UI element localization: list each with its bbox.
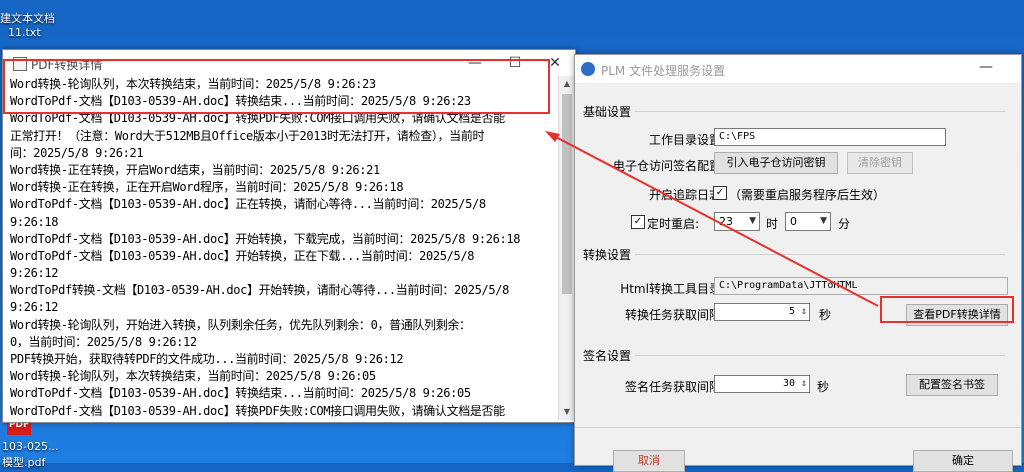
log-line: WordToPdf-文档【D103-0539-AH.doc】开始转换，下载完成，…: [10, 231, 521, 246]
log-line: PDF转换开始，获取待转PDF的文件成功...当前时间：2025/5/8 9:2…: [10, 352, 404, 366]
convert-interval-label: 转换任务获取间隔:: [624, 308, 725, 322]
workdir-input[interactable]: C:\FPS: [714, 128, 946, 146]
conversion-log-textarea[interactable]: Word转换-轮询队列，本次转换结束，当前时间：2025/5/8 9:26:23…: [3, 76, 557, 420]
desktop-file-label[interactable]: 103-025...: [2, 440, 58, 453]
highlight-box-view-button: [880, 296, 1014, 323]
scroll-down-icon[interactable]: ▼: [559, 404, 575, 420]
plm-settings-window: PLM 文件处理服务设置 — 基础设置 工作目录设置: C:\FPS 电子仓访问…: [574, 54, 1022, 472]
clear-key-button[interactable]: 清除密钥: [847, 152, 913, 174]
convert-interval-input[interactable]: 5 ⇕: [714, 303, 810, 321]
title-bar[interactable]: PLM 文件处理服务设置 —: [575, 55, 1021, 83]
log-line: WordToPdf-文档【D103-0539-AH.doc】正在转换，请耐心等待…: [10, 197, 486, 212]
minimize-button[interactable]: —: [979, 59, 993, 75]
log-line: WordToPdf-文档【D103-0539-AH.doc】转换PDF失败:CO…: [10, 403, 505, 418]
log-line: WordToPdf-文档【D103-0539-AH.doc】开始转换，正在下载.…: [10, 248, 475, 263]
seconds-unit: 秒: [817, 380, 830, 394]
group-basic-settings: 基础设置: [583, 105, 632, 119]
group-divider: [635, 254, 1005, 255]
chevron-down-icon: ▼: [749, 216, 756, 226]
desktop-file-label[interactable]: 建文本文档: [0, 10, 55, 26]
ok-button[interactable]: 确定: [913, 450, 1013, 472]
scroll-thumb[interactable]: [562, 94, 572, 294]
spinner-icon[interactable]: ⇕: [801, 304, 807, 320]
highlight-box-error-message: [3, 59, 550, 114]
import-key-button[interactable]: 引入电子仓访问密钥: [714, 152, 838, 174]
sign-interval-input[interactable]: 30 ⇕: [714, 375, 810, 393]
footer-divider: [575, 427, 1021, 428]
cancel-button[interactable]: 取消: [613, 450, 685, 472]
e-cert-label: 电子仓访问签名配置:: [612, 159, 725, 173]
group-convert-settings: 转换设置: [583, 248, 632, 262]
log-line: 9:26:12: [10, 266, 59, 281]
scroll-up-icon[interactable]: ▲: [559, 76, 575, 92]
log-line: Word转换-轮询队列，开始进入转换，队列剩余任务，优先队列剩余：0，普通队列剩…: [10, 317, 471, 332]
tracking-log-checkbox[interactable]: ✓: [713, 186, 727, 200]
timed-restart-checkbox[interactable]: ✓: [631, 215, 645, 229]
hour-unit: 时: [766, 217, 779, 231]
log-line: Word转换-正在转换，开启Word结束，当前时间：2025/5/8 9:26:…: [10, 162, 380, 177]
chevron-down-icon: ▼: [820, 216, 827, 226]
tracking-log-note: （需要重启服务程序后生效）: [729, 188, 886, 202]
desktop-file-label[interactable]: 模型.pdf: [2, 454, 45, 470]
window-title: PLM 文件处理服务设置: [601, 64, 726, 78]
minute-unit: 分: [838, 217, 851, 231]
minute-value: 0: [790, 215, 797, 228]
group-divider: [635, 355, 1005, 356]
hour-value: 23: [719, 215, 733, 228]
timed-restart-label: 定时重启:: [647, 217, 700, 231]
seconds-unit: 秒: [819, 308, 832, 322]
minute-select[interactable]: 0 ▼: [785, 212, 831, 231]
workdir-label: 工作目录设置:: [648, 133, 725, 147]
log-line: Word转换-正在转换，正在开启Word程序，当前时间：2025/5/8 9:2…: [10, 180, 404, 195]
group-divider: [635, 111, 1005, 112]
log-line: 正常打开！（注意：Word大于512MB且Office版本小于2013时无法打开…: [10, 128, 485, 143]
log-line: WordToPdf转换-文档【D103-0539-AH.doc】开始转换，请耐心…: [10, 283, 510, 298]
html-tool-label: Html转换工具目录:: [620, 282, 725, 296]
desktop-file-label[interactable]: 11.txt: [8, 26, 41, 39]
spinner-icon[interactable]: ⇕: [801, 376, 807, 392]
sign-interval-value: 30: [782, 378, 795, 389]
tracking-log-label: 开启追踪日志:: [648, 188, 725, 202]
log-line: WordToPdf-文档【D103-0539-AH.doc】转换结束...当前时…: [10, 386, 471, 401]
convert-interval-value: 5: [788, 306, 795, 317]
hour-select[interactable]: 23 ▼: [714, 212, 760, 231]
log-line: 9:26:18: [10, 214, 59, 229]
log-line: 0，当前时间：2025/5/8 9:26:12: [10, 334, 197, 349]
html-tool-input[interactable]: C:\ProgramData\JTToHTML: [714, 277, 1008, 295]
log-line: 间：2025/5/8 9:26:21: [10, 145, 144, 160]
group-sign-settings: 签名设置: [583, 349, 632, 363]
sign-interval-label: 签名任务获取间隔:: [624, 380, 725, 394]
config-sign-button[interactable]: 配置签名书签: [906, 374, 998, 396]
log-line: 9:26:12: [10, 300, 59, 315]
log-line: Word转换-轮询队列，本次转换结束，当前时间：2025/5/8 9:26:05: [10, 369, 376, 384]
vertical-scrollbar[interactable]: ▲ ▼: [558, 76, 575, 420]
plm-app-icon: [581, 62, 595, 76]
